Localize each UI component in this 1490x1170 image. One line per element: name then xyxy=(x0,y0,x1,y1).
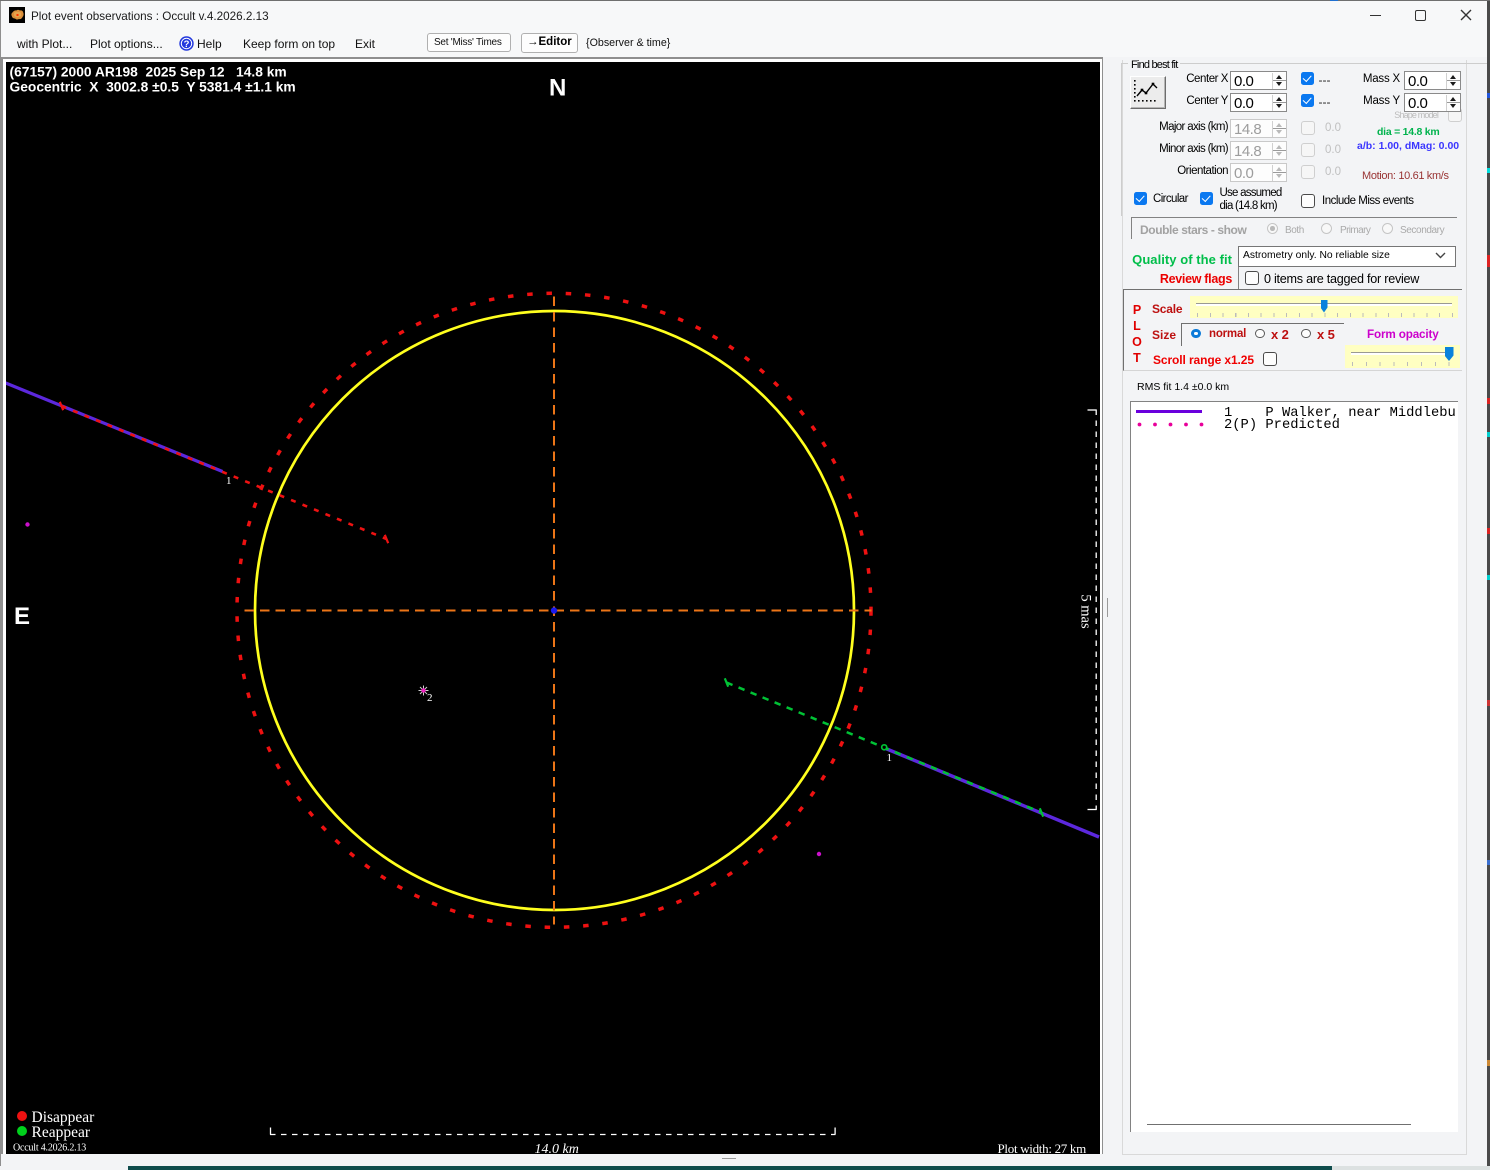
svg-text:E: E xyxy=(14,603,30,630)
svg-text:Geocentric X 3002.8 ±0.5 Y: Geocentric X 3002.8 ±0.5 Y 5381.4 ±1.1 k… xyxy=(9,79,295,94)
svg-text:2: 2 xyxy=(427,692,433,704)
svg-text:1: 1 xyxy=(886,752,892,764)
svg-text:(67157) 2000 AR198 2025 Sep 1: (67157) 2000 AR198 2025 Sep 12 14.8 km xyxy=(9,64,286,79)
svg-text:5 mas: 5 mas xyxy=(1077,594,1093,629)
svg-text:Plot width: 27 km: Plot width: 27 km xyxy=(997,1141,1086,1155)
svg-text:Occult 4.2026.2.13: Occult 4.2026.2.13 xyxy=(13,1142,86,1153)
svg-text:?: ? xyxy=(184,39,190,50)
svg-text:14.0 km: 14.0 km xyxy=(534,1142,578,1155)
svg-text:Reappear: Reappear xyxy=(31,1124,90,1141)
svg-text:N: N xyxy=(549,74,566,101)
svg-text:1: 1 xyxy=(226,475,232,487)
